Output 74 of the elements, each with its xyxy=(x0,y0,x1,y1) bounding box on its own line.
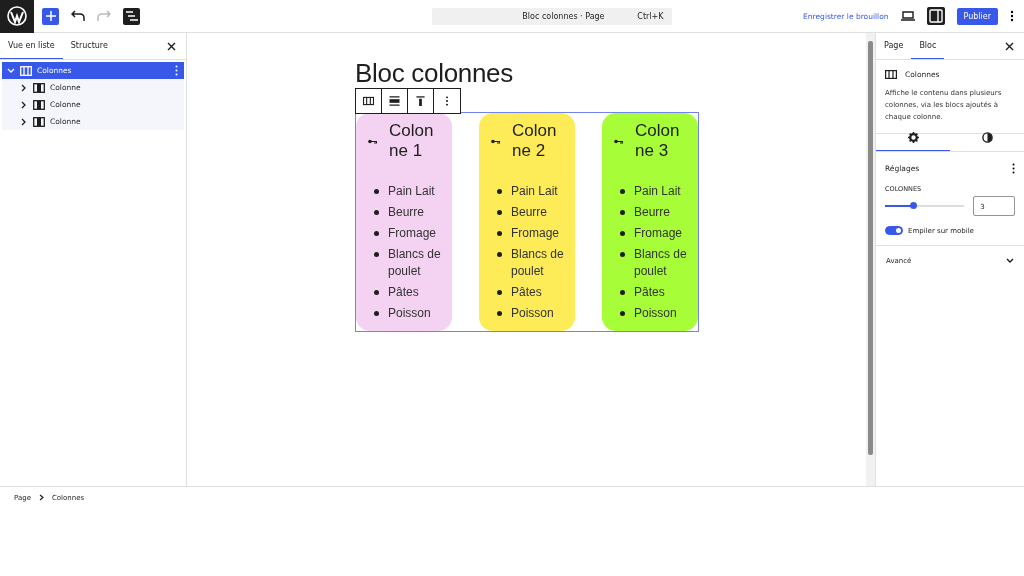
undo-icon[interactable] xyxy=(71,10,85,22)
list-item: Fromage xyxy=(634,225,684,242)
column-card[interactable]: Colonne 3 Pain Lait Beurre Fromage Blancs de poulet Pâtes Poisson xyxy=(602,113,698,331)
page-title[interactable]: Bloc colonnes xyxy=(355,59,513,87)
options-icon[interactable] xyxy=(1010,10,1014,22)
column-heading[interactable]: Colonne 2 xyxy=(512,121,563,161)
list-item: Poisson xyxy=(634,304,678,321)
list-item: Poisson xyxy=(511,304,555,321)
list-item: Poisson xyxy=(388,304,432,321)
bullet-icon xyxy=(374,252,379,257)
chevron-icon xyxy=(38,494,44,501)
panel-tab[interactable]: Bloc xyxy=(911,33,945,59)
bullet-icon xyxy=(497,310,502,316)
panel-tab[interactable]: Page xyxy=(876,33,912,59)
command-bar[interactable]: Bloc colonnes · Page Ctrl+K xyxy=(431,7,672,25)
column-icon xyxy=(33,82,45,93)
close-icon[interactable] xyxy=(1005,41,1014,51)
bullet-icon xyxy=(620,252,625,257)
key-icon xyxy=(614,138,623,144)
key-icon xyxy=(368,138,377,144)
bullet-icon xyxy=(620,210,625,215)
column-icon xyxy=(33,99,45,110)
list-item: Pain Lait xyxy=(634,183,682,200)
bullet-icon xyxy=(497,231,502,236)
column-heading[interactable]: Colonne 3 xyxy=(635,121,686,161)
add-block-button[interactable] xyxy=(42,7,59,25)
bullet-icon xyxy=(497,289,502,295)
bullet-icon xyxy=(620,289,625,295)
bullet-icon xyxy=(497,189,502,194)
list-item: Blancs de poulet xyxy=(634,246,688,279)
list-item: Pâtes xyxy=(511,283,543,300)
list-item: Blancs de poulet xyxy=(511,246,565,279)
column-card[interactable]: Colonne 2 Pain Lait Beurre Fromage Blancs de poulet Pâtes Poisson xyxy=(479,113,575,331)
list-item: Pain Lait xyxy=(511,183,559,200)
gear-icon xyxy=(907,132,919,143)
chevron-icon xyxy=(1006,258,1014,264)
contrast-icon xyxy=(981,132,993,143)
wordpress-logo[interactable] xyxy=(0,0,34,33)
document-overview-button[interactable] xyxy=(123,7,140,25)
bullet-icon xyxy=(620,189,625,194)
settings-toggle-button[interactable] xyxy=(926,7,945,25)
columns-icon xyxy=(885,70,897,79)
bullet-icon xyxy=(374,289,379,295)
column-card[interactable]: Colonne 1 Pain Lait Beurre Fromage Blancs de poulet Pâtes Poisson xyxy=(356,113,452,331)
list-item: Beurre xyxy=(388,204,426,221)
columns-block[interactable]: Colonne 1 Pain Lait Beurre Fromage Blancs de poulet Pâtes Poisson Colonne 2 Pain Lait Beurre Fromage Blancs de poulet Pâtes Poisson Colonne 3 Pain Lait Beurre Fromage Blancs de poulet Pâtes Poisson xyxy=(355,112,699,332)
close-icon[interactable] xyxy=(167,41,176,51)
bullet-icon xyxy=(620,231,625,236)
toggle-switch[interactable] xyxy=(885,226,903,235)
bullet-icon xyxy=(497,252,502,257)
list-item: Pâtes xyxy=(634,283,666,300)
bullet-icon xyxy=(497,210,502,215)
list-item: Fromage xyxy=(388,225,438,242)
wordpress-icon xyxy=(7,6,27,26)
list-item: Blancs de poulet xyxy=(388,246,442,279)
list-item: Beurre xyxy=(634,204,672,221)
panel-tab[interactable]: Structure xyxy=(62,33,116,59)
columns-icon xyxy=(20,65,32,76)
bullet-icon xyxy=(374,189,379,194)
publish-button[interactable]: Publier xyxy=(956,7,998,25)
key-icon xyxy=(491,138,500,144)
column-heading[interactable]: Colonne 1 xyxy=(389,121,440,161)
column-icon xyxy=(33,116,45,127)
bullet-icon xyxy=(620,310,625,316)
list-item: Pâtes xyxy=(388,283,420,300)
list-item: Fromage xyxy=(511,225,561,242)
bullet-icon xyxy=(374,310,379,316)
panel-tab[interactable]: Vue en liste xyxy=(0,33,63,59)
desktop-preview-icon[interactable] xyxy=(900,11,915,21)
bullet-icon xyxy=(374,210,379,215)
list-item: Beurre xyxy=(511,204,549,221)
more-options-icon[interactable] xyxy=(1012,163,1015,174)
bullet-icon xyxy=(374,231,379,236)
list-item: Pain Lait xyxy=(388,183,436,200)
